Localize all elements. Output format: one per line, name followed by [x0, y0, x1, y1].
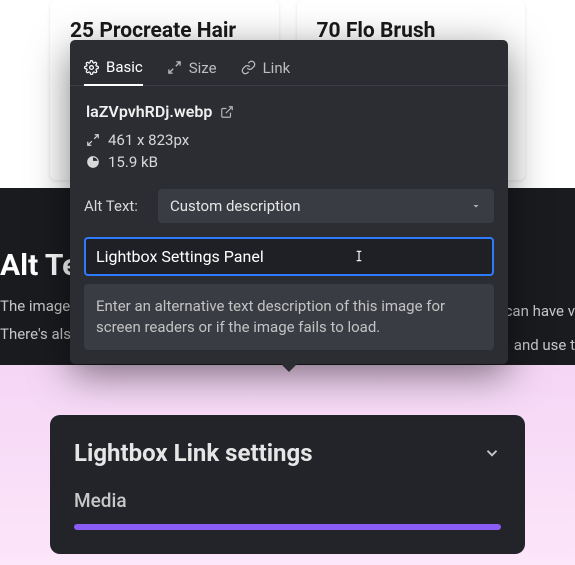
- panel-title: Lightbox Link settings: [74, 439, 313, 467]
- body-text: can have v: [505, 302, 575, 320]
- tab-label: Link: [263, 59, 291, 77]
- tab-size[interactable]: Size: [167, 50, 217, 85]
- alt-text-mode-select[interactable]: Custom description: [158, 189, 494, 223]
- tab-label: Size: [189, 59, 217, 77]
- tab-link[interactable]: Link: [241, 50, 291, 85]
- alt-text-help: Enter an alternative text description of…: [84, 284, 494, 350]
- expand-icon: [167, 60, 182, 75]
- lightbox-link-settings-panel: Lightbox Link settings Media: [50, 415, 525, 554]
- media-label: Media: [74, 489, 501, 512]
- image-dimensions: 461 x 823px: [108, 131, 189, 149]
- panel-pointer: [280, 363, 298, 372]
- dimensions-icon: [86, 133, 100, 147]
- filename: laZVpvhRDj.webp: [86, 102, 212, 121]
- select-value: Custom description: [170, 197, 301, 215]
- image-filesize: 15.9 kB: [108, 153, 158, 171]
- tab-basic[interactable]: Basic: [84, 50, 143, 86]
- tab-label: Basic: [106, 58, 143, 76]
- link-icon: [241, 60, 256, 75]
- image-settings-panel: Basic Size Link laZVpvhRDj.webp 461 x 82…: [70, 40, 508, 364]
- alt-text-input[interactable]: [84, 237, 494, 276]
- filesize-icon: [86, 155, 100, 169]
- chevron-down-icon[interactable]: [483, 444, 501, 462]
- alt-text-label: Alt Text:: [84, 197, 146, 215]
- body-text: There's als: [0, 325, 71, 343]
- media-progress-bar[interactable]: [74, 524, 501, 530]
- body-text: The image: [0, 297, 70, 315]
- external-link-icon[interactable]: [220, 105, 234, 119]
- body-text: and use t: [514, 336, 575, 354]
- dropdown-caret-icon: [470, 200, 482, 212]
- gear-icon: [84, 60, 99, 75]
